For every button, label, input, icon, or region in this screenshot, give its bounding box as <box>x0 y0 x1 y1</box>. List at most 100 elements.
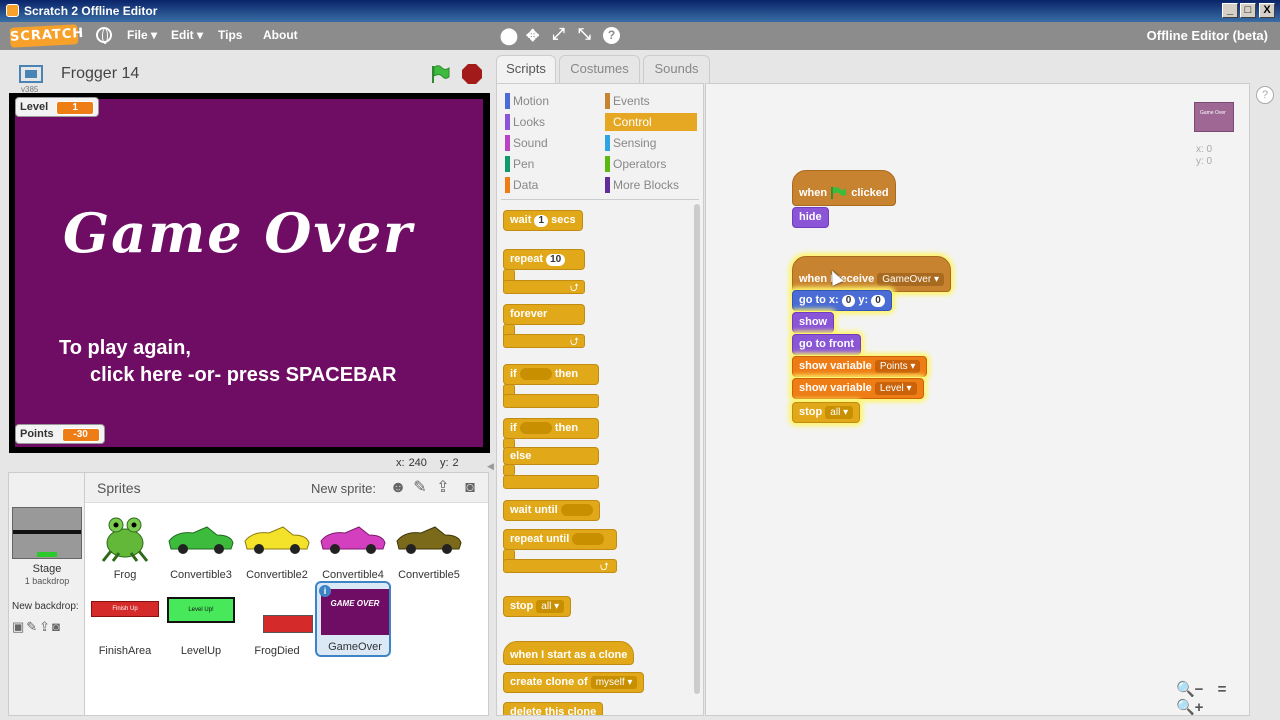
x-input[interactable]: 0 <box>841 295 856 307</box>
presentation-mode-icon[interactable] <box>19 65 43 83</box>
tab-costumes[interactable]: Costumes <box>559 55 640 83</box>
stage-thumbnail[interactable] <box>12 507 82 559</box>
block-text: secs <box>551 214 576 226</box>
scripts-scrollbar[interactable] <box>1252 83 1280 716</box>
tab-scripts[interactable]: Scripts <box>496 55 556 83</box>
category-sound[interactable]: Sound <box>505 134 597 152</box>
palette-scrollbar[interactable] <box>694 204 700 694</box>
sprite-convertible4[interactable]: Convertible4 <box>315 507 391 587</box>
sprite-info-icon[interactable]: i <box>319 585 331 597</box>
new-backdrop-icons[interactable]: ▣✎⇪◙ <box>12 619 62 635</box>
block-stop-all[interactable]: stop all ▾ <box>792 402 861 423</box>
sprite-convertible3[interactable]: Convertible3 <box>163 507 239 587</box>
points-monitor[interactable]: Points -30 <box>15 424 105 444</box>
block-help-icon[interactable]: ? <box>603 27 620 44</box>
clone-dropdown[interactable]: myself ▾ <box>590 676 638 689</box>
category-looks[interactable]: Looks <box>505 113 597 131</box>
grow-icon[interactable]: ⤢ <box>552 26 565 44</box>
condition-slot[interactable] <box>519 422 552 435</box>
category-more-blocks[interactable]: More Blocks <box>605 176 697 194</box>
stage[interactable]: Game Over To play again, click here -or-… <box>9 93 490 453</box>
shrink-icon[interactable]: ⤡ <box>578 26 591 44</box>
category-pen[interactable]: Pen <box>505 155 597 173</box>
camera-icon[interactable]: ◙ <box>461 479 479 497</box>
sprite-convertible2[interactable]: Convertible2 <box>239 507 315 587</box>
block-when-i-receive[interactable]: when I receive GameOver ▾ <box>792 256 951 292</box>
block-stop[interactable]: stop all ▾ <box>503 596 572 617</box>
menu-edit[interactable]: Edit ▾ <box>171 28 203 42</box>
sprite-gameover[interactable]: GAME OVER i GameOver <box>315 581 391 657</box>
block-hide[interactable]: hide <box>792 207 829 228</box>
block-show-variable-points[interactable]: show variable Points ▾ <box>792 356 928 377</box>
click-here-text[interactable]: click here -or- press SPACEBAR <box>90 364 396 387</box>
paint-new-sprite-icon[interactable]: ✎ <box>411 479 429 497</box>
block-when-flag-clicked[interactable]: when clicked <box>792 170 896 206</box>
maximize-button[interactable]: □ <box>1240 3 1256 18</box>
sprite-levelup[interactable]: Level Up! LevelUp <box>163 583 239 663</box>
zoom-reset-icon[interactable]: = <box>1218 681 1227 698</box>
collapse-arrow-icon[interactable]: ◀ <box>487 461 494 472</box>
block-go-to-front[interactable]: go to front <box>792 334 861 355</box>
stop-dropdown[interactable]: all ▾ <box>825 406 854 419</box>
variable-dropdown[interactable]: Points ▾ <box>874 360 921 373</box>
category-data[interactable]: Data <box>505 176 597 194</box>
message-dropdown[interactable]: GameOver ▾ <box>877 273 944 286</box>
upload-sprite-icon[interactable]: ⇪ <box>434 479 452 497</box>
level-monitor-label: Level <box>20 101 49 113</box>
zoom-in-icon[interactable]: 🔍+ <box>1176 699 1203 715</box>
stage-canvas[interactable]: Game Over To play again, click here -or-… <box>15 99 483 447</box>
block-if-then[interactable]: if then <box>503 364 599 385</box>
block-wait-until[interactable]: wait until <box>503 500 600 521</box>
block-create-clone[interactable]: create clone of myself ▾ <box>503 672 645 693</box>
close-button[interactable]: X <box>1259 3 1275 18</box>
minimize-button[interactable]: _ <box>1222 3 1238 18</box>
category-control[interactable]: Control <box>605 113 697 131</box>
zoom-out-icon[interactable]: 🔍− <box>1176 681 1203 698</box>
block-text: show variable <box>799 382 872 394</box>
stop-dropdown[interactable]: all ▾ <box>536 600 565 613</box>
block-show[interactable]: show <box>792 312 835 333</box>
choose-sprite-library-icon[interactable]: ☻ <box>389 479 407 497</box>
block-repeat[interactable]: repeat 10 <box>503 249 585 270</box>
wait-input[interactable]: 1 <box>534 215 549 227</box>
menu-about[interactable]: About <box>263 28 298 42</box>
language-globe-icon[interactable] <box>96 27 112 44</box>
block-wait-secs[interactable]: wait 1 secs <box>503 210 583 231</box>
block-delete-clone[interactable]: delete this clone <box>503 702 604 715</box>
scratch-logo[interactable]: SCRATCH <box>9 24 85 48</box>
block-if-then-else[interactable]: if then <box>503 418 599 439</box>
category-operators[interactable]: Operators <box>605 155 697 173</box>
level-monitor[interactable]: Level 1 <box>15 97 100 117</box>
y-input[interactable]: 0 <box>871 295 885 307</box>
cut-scissors-icon[interactable]: ✥ <box>526 26 539 46</box>
condition-slot[interactable] <box>572 533 605 546</box>
block-show-variable-level[interactable]: show variable Level ▾ <box>792 378 924 399</box>
menu-file[interactable]: File ▾ <box>127 28 157 42</box>
variable-dropdown[interactable]: Level ▾ <box>874 382 917 395</box>
condition-slot[interactable] <box>519 368 552 381</box>
category-motion[interactable]: Motion <box>505 92 597 110</box>
sprite-name: Convertible4 <box>322 569 384 581</box>
sprite-finisharea[interactable]: Finish Up FinishArea <box>87 583 163 663</box>
block-forever[interactable]: forever <box>503 304 585 325</box>
sprite-convertible5[interactable]: Convertible5 <box>391 507 467 587</box>
sprite-frogdied[interactable]: FrogDied <box>239 583 315 663</box>
block-text: clicked <box>851 187 889 199</box>
condition-slot[interactable] <box>560 504 593 517</box>
category-sensing[interactable]: Sensing <box>605 134 697 152</box>
sprite-frog[interactable]: Frog <box>87 507 163 587</box>
frog-thumbnail <box>101 517 149 562</box>
menu-tips[interactable]: Tips <box>218 28 242 42</box>
project-title[interactable]: Frogger 14 <box>61 65 139 83</box>
block-repeat-until[interactable]: repeat until <box>503 529 617 550</box>
scripts-area[interactable]: Game Over x: 0 y: 0 when clicked hide wh… <box>705 83 1250 716</box>
duplicate-stamp-icon[interactable]: ⬤ <box>500 26 518 46</box>
category-events[interactable]: Events <box>605 92 697 110</box>
block-when-start-as-clone[interactable]: when I start as a clone <box>503 641 635 665</box>
stop-sign-icon[interactable] <box>462 64 482 84</box>
help-icon[interactable]: ? <box>1256 86 1274 104</box>
repeat-input[interactable]: 10 <box>546 254 566 266</box>
tab-sounds[interactable]: Sounds <box>643 55 710 83</box>
block-go-to-xy[interactable]: go to x: 0 y: 0 <box>792 290 892 311</box>
green-flag-icon[interactable] <box>430 64 450 84</box>
